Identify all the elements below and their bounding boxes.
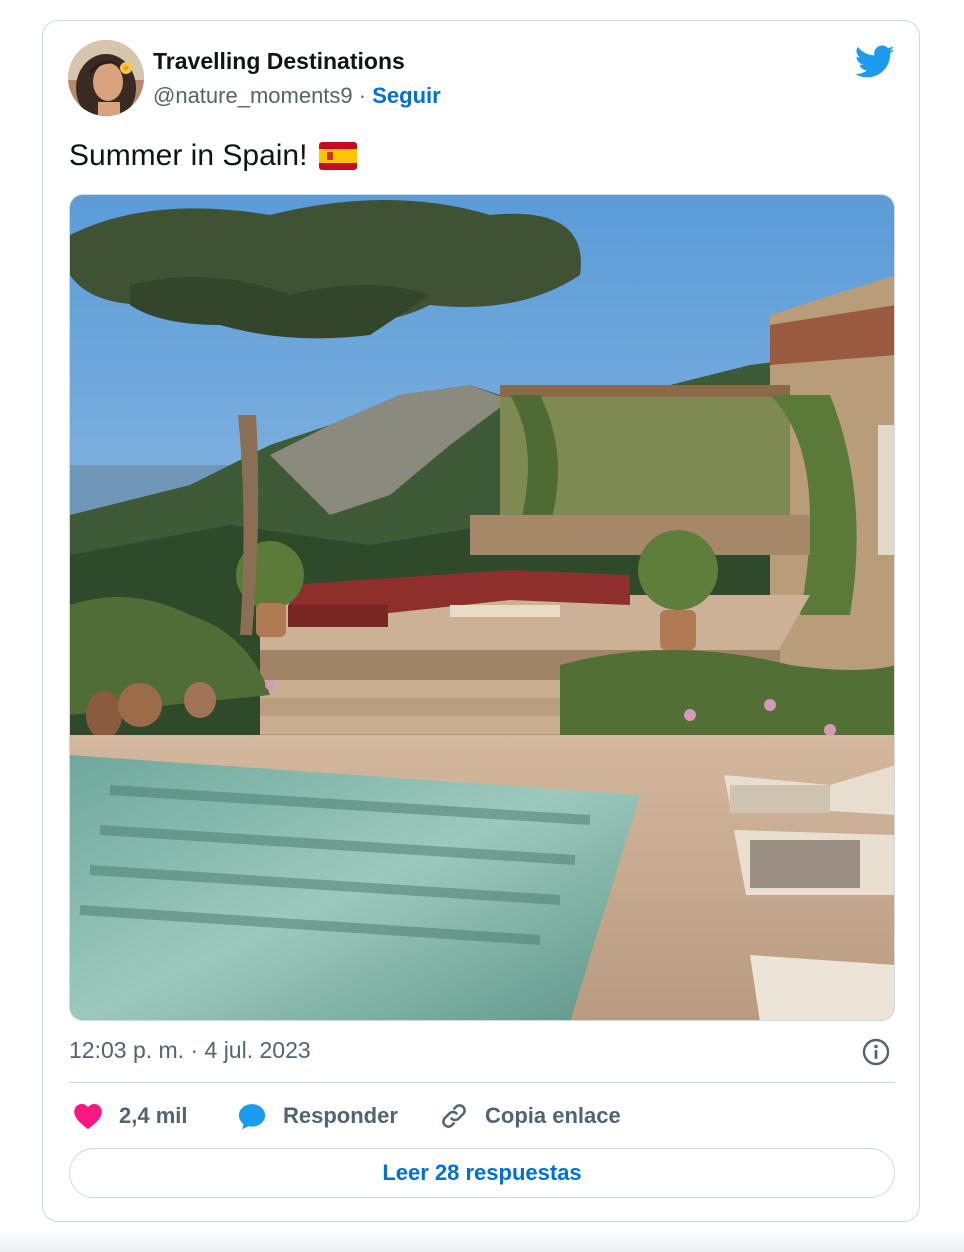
reply-label: Responder: [283, 1103, 398, 1128]
author-handle[interactable]: @nature_moments9: [153, 83, 353, 108]
like-count: 2,4 mil: [119, 1103, 188, 1128]
tweet-text: Summer in Spain!: [69, 139, 358, 173]
page-bottom-fade: [0, 1230, 964, 1252]
separator: ·: [352, 83, 373, 108]
tweet-card: Travelling Destinations @nature_moments9…: [42, 20, 920, 1222]
avatar[interactable]: [68, 40, 144, 116]
divider: [69, 1082, 895, 1083]
spain-flag-icon: [319, 142, 358, 170]
follow-button[interactable]: Seguir: [372, 83, 440, 108]
link-icon: [442, 1104, 466, 1128]
like-button[interactable]: 2,4 mil: [73, 1099, 187, 1133]
copy-link-label: Copia enlace: [485, 1103, 621, 1128]
copy-link-button[interactable]: Copia enlace: [439, 1099, 621, 1133]
author-meta: @nature_moments9 · Seguir: [153, 83, 441, 109]
reply-button[interactable]: Responder: [237, 1099, 398, 1133]
twitter-bird-icon[interactable]: [854, 45, 895, 79]
tweet-photo[interactable]: [69, 194, 895, 1021]
read-replies-button[interactable]: Leer 28 respuestas: [69, 1148, 895, 1198]
heart-icon: [74, 1104, 102, 1130]
author-name[interactable]: Travelling Destinations: [153, 48, 405, 75]
tweet-body: Summer in Spain!: [69, 139, 308, 172]
reply-bubble-icon: [238, 1104, 266, 1130]
read-replies-label: Leer 28 respuestas: [382, 1160, 582, 1185]
info-icon[interactable]: [861, 1037, 891, 1067]
tweet-timestamp[interactable]: 12:03 p. m. · 4 jul. 2023: [69, 1037, 311, 1064]
